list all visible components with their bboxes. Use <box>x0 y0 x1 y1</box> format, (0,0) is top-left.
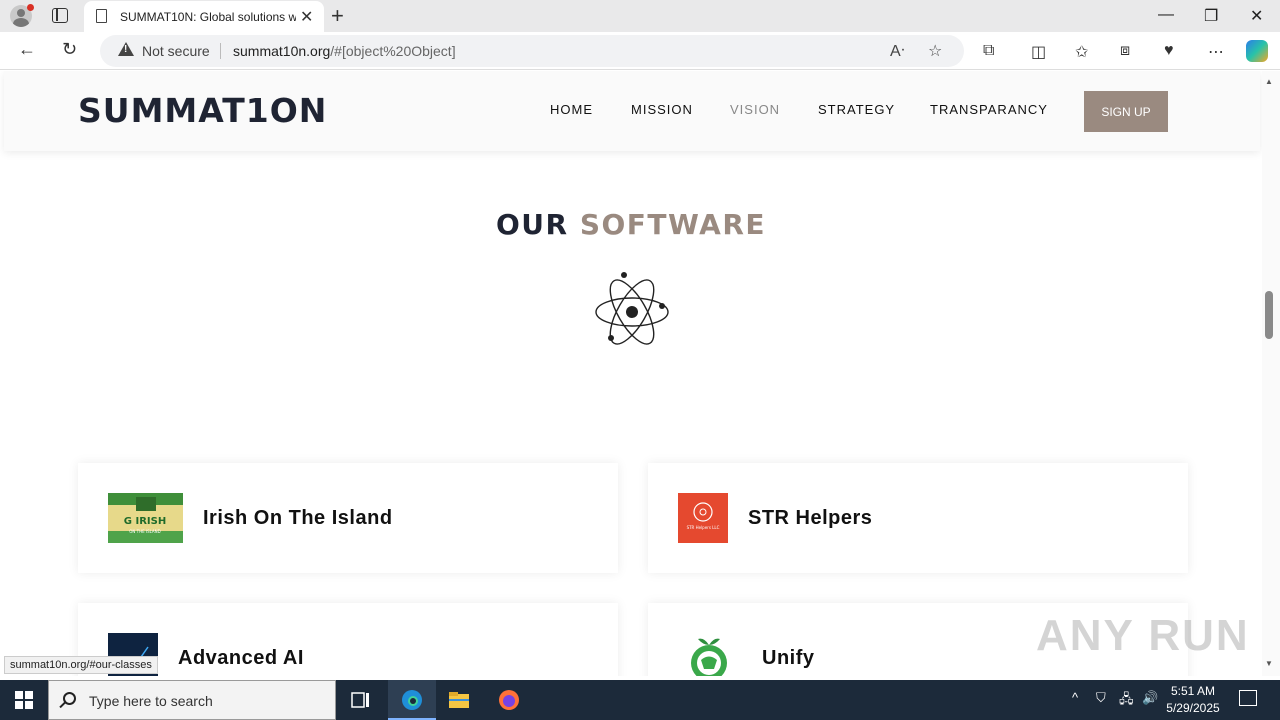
software-card-irish[interactable]: G IRISH ON THE ISLAND Irish On The Islan… <box>78 463 618 573</box>
firefox-icon[interactable] <box>497 688 521 712</box>
scrollbar-thumb[interactable] <box>1265 291 1273 339</box>
new-tab-button[interactable]: + <box>331 3 344 29</box>
card-title[interactable]: STR Helpers <box>748 507 872 530</box>
security-label[interactable]: Not secure <box>142 43 210 59</box>
nav-transparancy[interactable]: TRANSPARANCY <box>930 102 1048 117</box>
clock-date: 5/29/2025 <box>1166 701 1220 715</box>
windows-start-icon[interactable] <box>15 691 33 709</box>
irish-thumb-sub: ON THE ISLAND <box>129 529 161 534</box>
tab-close-icon[interactable]: ✕ <box>300 7 313 27</box>
more-menu-icon[interactable]: ⋯ <box>1208 42 1224 62</box>
site-header: SUMMAT1ON HOME MISSION VISION STRATEGY T… <box>4 71 1260 151</box>
page-viewport: SUMMAT1ON HOME MISSION VISION STRATEGY T… <box>0 71 1262 676</box>
volume-icon[interactable]: 🔊 <box>1142 690 1158 706</box>
software-card-advanced-ai[interactable]: Advanced AI <box>78 603 618 676</box>
nav-vision[interactable]: VISION <box>730 102 780 117</box>
edge-browser-icon[interactable] <box>400 688 424 712</box>
url-text[interactable]: summat10n.org/#[object%20Object] <box>233 43 456 59</box>
sign-up-button[interactable]: SIGN UP <box>1084 91 1168 132</box>
taskbar-search-box[interactable]: Type here to search <box>48 680 336 720</box>
performance-icon[interactable]: ♥ <box>1164 42 1174 60</box>
windows-taskbar: Type here to search ^ ⛉ 🖧 🔊 5:51 AM 5/29… <box>0 680 1280 720</box>
profile-notification-dot <box>27 4 34 11</box>
warning-icon <box>118 42 134 56</box>
minimize-icon[interactable]: — <box>1158 6 1174 24</box>
address-separator <box>220 43 221 59</box>
tray-overflow-icon[interactable]: ^ <box>1072 690 1078 705</box>
notifications-icon[interactable] <box>1239 690 1257 706</box>
extensions-icon[interactable]: ⧉ <box>983 42 994 60</box>
str-thumbnail: STR Helpers LLC <box>678 493 728 543</box>
irish-thumb-text: G IRISH <box>124 516 166 527</box>
tab-actions-icon[interactable] <box>52 8 68 23</box>
irish-thumbnail: G IRISH ON THE ISLAND <box>108 493 183 543</box>
search-icon <box>63 692 76 705</box>
network-icon[interactable]: 🖧 <box>1119 690 1134 712</box>
window-close-icon[interactable]: ✕ <box>1250 6 1263 26</box>
card-title[interactable]: Irish On The Island <box>203 507 393 530</box>
taskbar-clock[interactable]: 5:51 AM 5/29/2025 <box>1160 683 1226 717</box>
task-view-icon[interactable] <box>349 688 373 712</box>
anyrun-watermark: ANY RUN <box>1036 611 1250 660</box>
restore-icon[interactable]: ❐ <box>1204 6 1218 26</box>
section-title-software: SOFTWARE <box>579 208 767 241</box>
taskbar-search-placeholder: Type here to search <box>89 693 213 709</box>
nav-mission[interactable]: MISSION <box>631 102 693 117</box>
browser-tab-strip: SUMMAT10N: Global solutions w ✕ + — ❐ ✕ <box>0 0 1280 32</box>
favorite-star-icon[interactable]: ☆ <box>928 41 942 61</box>
security-tray-icon[interactable]: ⛉ <box>1096 690 1106 706</box>
url-path: /#[object%20Object] <box>330 43 456 59</box>
collections-icon[interactable]: ⧈ <box>1120 42 1130 60</box>
section-title-our: OUR <box>495 208 569 241</box>
copilot-icon[interactable] <box>1246 40 1268 62</box>
split-screen-icon[interactable]: ◫ <box>1031 42 1046 62</box>
back-icon[interactable]: ← <box>18 39 36 60</box>
link-hover-status: summat10n.org/#our-classes <box>4 656 158 674</box>
str-thumb-text: STR Helpers LLC <box>687 525 720 530</box>
software-card-str[interactable]: STR Helpers LLC STR Helpers <box>648 463 1188 573</box>
card-title[interactable]: Advanced AI <box>178 647 304 670</box>
favorites-icon[interactable]: ✩ <box>1075 42 1088 62</box>
scroll-down-arrow-icon[interactable]: ▼ <box>1265 659 1273 668</box>
page-icon <box>96 9 107 23</box>
file-explorer-icon[interactable] <box>447 688 471 712</box>
browser-toolbar: ← ↻ Not secure summat10n.org/#[object%20… <box>0 32 1280 70</box>
atom-icon <box>595 272 669 345</box>
browser-tab-active[interactable]: SUMMAT10N: Global solutions w ✕ <box>84 1 324 32</box>
tab-title: SUMMAT10N: Global solutions w <box>120 10 296 24</box>
nav-home[interactable]: HOME <box>550 102 593 117</box>
clock-time: 5:51 AM <box>1170 684 1216 698</box>
address-bar[interactable]: Not secure summat10n.org/#[object%20Obje… <box>100 35 964 67</box>
refresh-icon[interactable]: ↻ <box>62 39 77 60</box>
site-logo[interactable]: SUMMAT1ON <box>78 91 327 130</box>
url-host: summat10n.org <box>233 43 331 59</box>
read-aloud-icon[interactable]: Aᐧ <box>890 41 905 61</box>
nav-strategy[interactable]: STRATEGY <box>818 102 895 117</box>
card-title[interactable]: Unify <box>762 647 815 670</box>
page-scrollbar[interactable]: ▲ ▼ <box>1262 71 1280 676</box>
unify-globe-thumbnail <box>691 638 727 676</box>
section-title: OUR SOFTWARE <box>0 208 1262 241</box>
scroll-up-arrow-icon[interactable]: ▲ <box>1265 77 1273 86</box>
